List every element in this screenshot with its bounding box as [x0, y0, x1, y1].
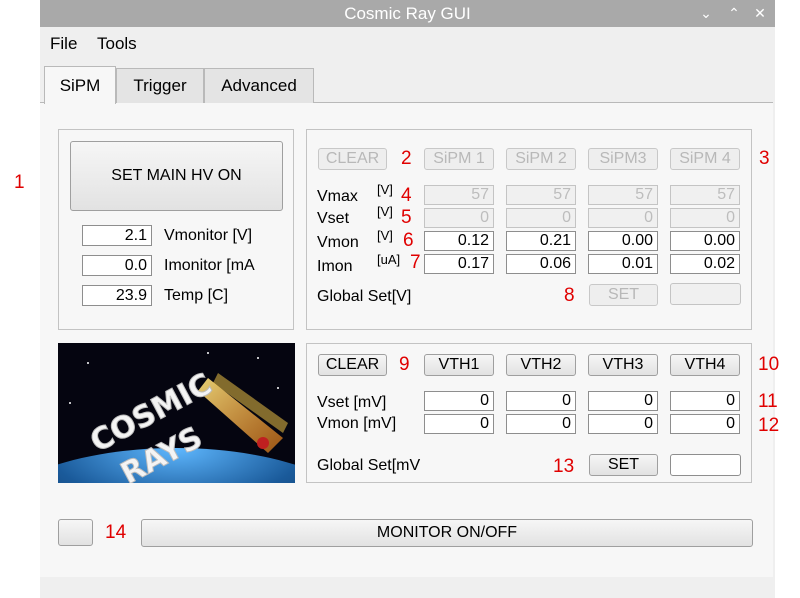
annotation-14: 14	[105, 522, 127, 543]
tab-sipm[interactable]: SiPM	[44, 66, 116, 104]
annotation-10: 10	[758, 354, 780, 375]
minimize-icon[interactable]: ⌄	[696, 0, 716, 27]
imon-unit: [uA]	[377, 252, 401, 267]
annotation-3: 3	[759, 148, 770, 169]
set-main-hv-button[interactable]: SET MAIN HV ON	[70, 141, 283, 211]
sipm2-button[interactable]: SiPM 2	[506, 148, 576, 170]
annotation-1: 1	[14, 172, 25, 193]
annotation-2: 2	[401, 148, 412, 169]
vth-vset-field-1[interactable]: 0	[424, 391, 494, 411]
cosmic-rays-logo: COSMIC RAYS	[58, 343, 295, 483]
imonitor-field: 0.0	[82, 255, 152, 276]
tab-advanced[interactable]: Advanced	[204, 68, 314, 103]
close-icon[interactable]: ✕	[750, 0, 770, 27]
temp-field: 23.9	[82, 285, 152, 306]
vset-field-2: 0	[506, 208, 576, 228]
tab-trigger[interactable]: Trigger	[116, 68, 204, 103]
window-title: Cosmic Ray GUI	[344, 3, 471, 23]
sipm4-button[interactable]: SiPM 4	[670, 148, 740, 170]
annotation-6: 6	[403, 230, 414, 251]
menu-file[interactable]: File	[50, 34, 77, 54]
temp-label: Temp [C]	[164, 287, 229, 304]
imon-field-4: 0.02	[670, 254, 740, 274]
vth-vset-field-2[interactable]: 0	[506, 391, 576, 411]
imon-field-3: 0.01	[588, 254, 658, 274]
vth-vset-label: Vset [mV]	[317, 394, 387, 411]
annotation-4: 4	[401, 185, 412, 206]
vth-vmon-field-3: 0	[588, 414, 658, 434]
vset-field-1: 0	[424, 208, 494, 228]
sipm1-button[interactable]: SiPM 1	[424, 148, 494, 170]
global-set-v-label: Global Set[V]	[317, 288, 412, 305]
status-bar	[40, 577, 775, 598]
vth2-button[interactable]: VTH2	[506, 354, 576, 376]
annotation-11: 11	[758, 391, 778, 412]
sipm-clear-button[interactable]: CLEAR	[318, 148, 387, 170]
vmax-field-4: 57	[670, 185, 740, 205]
vmonitor-field: 2.1	[82, 225, 152, 246]
imonitor-label: Imonitor [mA	[164, 257, 255, 274]
annotation-13: 13	[553, 456, 575, 477]
menu-tools[interactable]: Tools	[97, 34, 137, 54]
menu-bar: File Tools	[40, 27, 775, 59]
vmon-field-3: 0.00	[588, 231, 658, 251]
imon-field-2: 0.06	[506, 254, 576, 274]
vth-clear-button[interactable]: CLEAR	[318, 354, 387, 376]
vth-vmon-field-2: 0	[506, 414, 576, 434]
vset-field-3: 0	[588, 208, 658, 228]
vset-label: Vset	[317, 210, 350, 227]
annotation-9: 9	[399, 354, 410, 375]
vmax-unit: [V]	[377, 182, 393, 197]
vmonitor-label: Vmonitor [V]	[164, 227, 253, 244]
sipm3-button[interactable]: SiPM3	[588, 148, 658, 170]
vmax-label: Vmax	[317, 188, 358, 205]
global-set-v-button[interactable]: SET	[589, 284, 658, 306]
monitor-indicator-button[interactable]	[58, 519, 93, 546]
global-set-mv-field[interactable]	[670, 454, 741, 476]
vmon-field-1: 0.12	[424, 231, 494, 251]
imon-label: Imon	[317, 258, 353, 275]
vth4-button[interactable]: VTH4	[670, 354, 740, 376]
vth-vmon-label: Vmon [mV]	[317, 415, 397, 432]
vmon-field-4: 0.00	[670, 231, 740, 251]
annotation-7: 7	[410, 252, 421, 273]
annotation-8: 8	[564, 285, 575, 306]
global-set-mv-label: Global Set[mV	[317, 457, 421, 474]
vmax-field-3: 57	[588, 185, 658, 205]
window-titlebar: Cosmic Ray GUI ⌄ ⌃ ✕	[40, 0, 775, 27]
maximize-icon[interactable]: ⌃	[724, 0, 744, 27]
annotation-12: 12	[758, 415, 780, 436]
annotation-5: 5	[401, 207, 412, 228]
vmax-field-2: 57	[506, 185, 576, 205]
vmax-field-1: 57	[424, 185, 494, 205]
vth-vmon-field-4: 0	[670, 414, 740, 434]
global-set-mv-button[interactable]: SET	[589, 454, 658, 476]
vmon-label: Vmon	[317, 234, 359, 251]
vth1-button[interactable]: VTH1	[424, 354, 494, 376]
global-set-v-field[interactable]	[670, 283, 741, 305]
imon-field-1: 0.17	[424, 254, 494, 274]
vmon-field-2: 0.21	[506, 231, 576, 251]
vth-vset-field-3[interactable]: 0	[588, 391, 658, 411]
vset-unit: [V]	[377, 204, 393, 219]
vth-vmon-field-1: 0	[424, 414, 494, 434]
vset-field-4: 0	[670, 208, 740, 228]
monitor-toggle-button[interactable]: MONITOR ON/OFF	[141, 519, 753, 547]
vmon-unit: [V]	[377, 228, 393, 243]
vth3-button[interactable]: VTH3	[588, 354, 658, 376]
vth-vset-field-4[interactable]: 0	[670, 391, 740, 411]
